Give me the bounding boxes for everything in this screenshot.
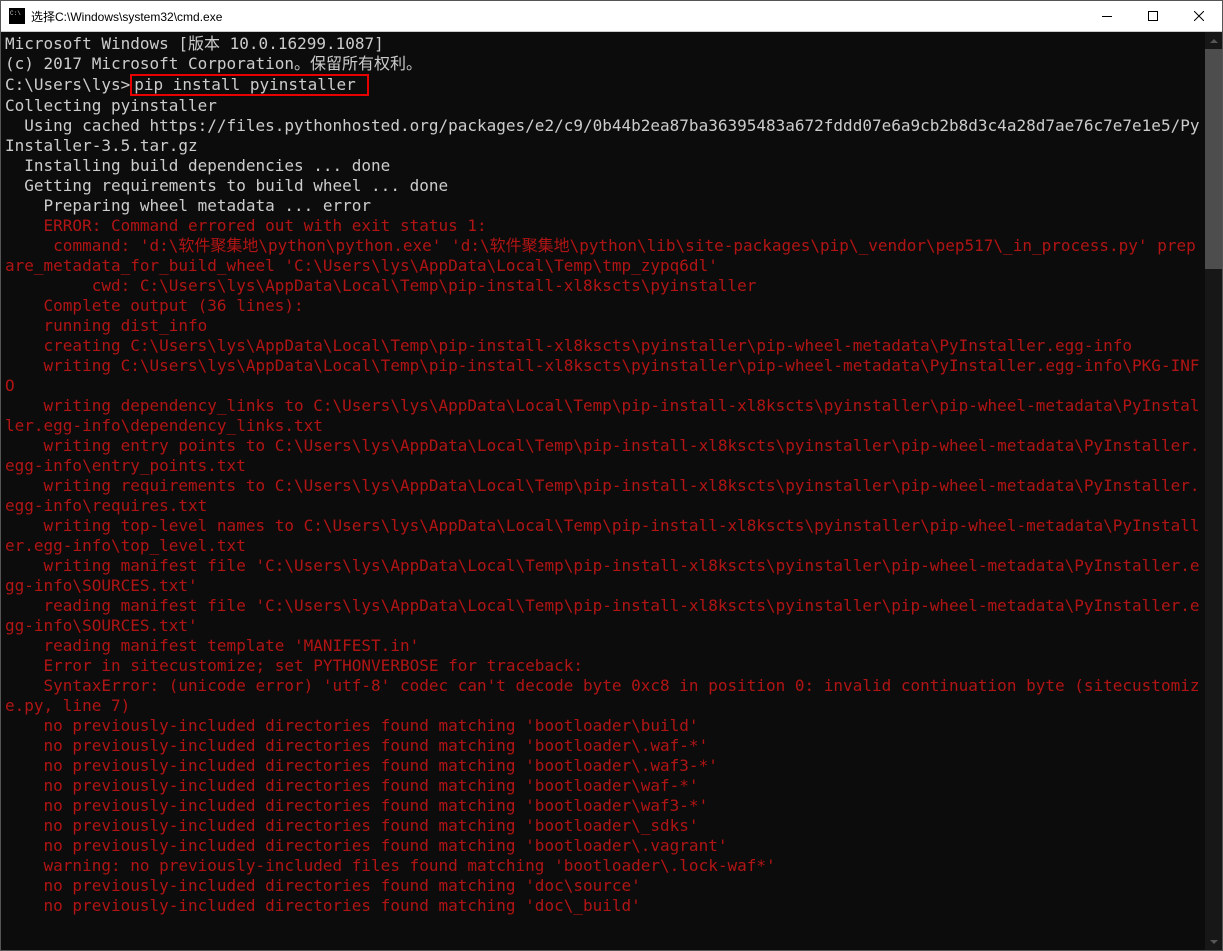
window-title: 选择C:\Windows\system32\cmd.exe	[31, 8, 1084, 25]
vertical-scrollbar[interactable]	[1205, 32, 1222, 950]
terminal-line: Microsoft Windows [版本 10.0.16299.1087]	[5, 34, 1201, 54]
cmd-icon	[9, 8, 25, 24]
chevron-up-icon	[1210, 39, 1218, 43]
minimize-icon	[1102, 16, 1112, 17]
maximize-icon	[1148, 11, 1158, 21]
prompt-prefix: C:\Users\lys>	[5, 75, 130, 94]
terminal-line: no previously-included directories found…	[5, 776, 1201, 796]
scroll-down-button[interactable]	[1205, 933, 1222, 950]
terminal-line: writing C:\Users\lys\AppData\Local\Temp\…	[5, 356, 1201, 396]
close-button[interactable]	[1176, 1, 1222, 31]
prompt-line: C:\Users\lys>pip install pyinstaller	[5, 74, 1201, 96]
command-highlight-box: pip install pyinstaller	[130, 74, 369, 96]
terminal-line: no previously-included directories found…	[5, 756, 1201, 776]
terminal-area[interactable]: Microsoft Windows [版本 10.0.16299.1087](c…	[1, 32, 1222, 950]
terminal-line: no previously-included directories found…	[5, 736, 1201, 756]
terminal-line: no previously-included directories found…	[5, 896, 1201, 916]
terminal-line: writing manifest file 'C:\Users\lys\AppD…	[5, 556, 1201, 596]
terminal-line: Collecting pyinstaller	[5, 96, 1201, 116]
terminal-line: ERROR: Command errored out with exit sta…	[5, 216, 1201, 236]
terminal-line: writing entry points to C:\Users\lys\App…	[5, 436, 1201, 476]
close-icon	[1194, 11, 1204, 21]
scroll-up-button[interactable]	[1205, 32, 1222, 49]
terminal-line: Installing build dependencies ... done	[5, 156, 1201, 176]
terminal-output[interactable]: Microsoft Windows [版本 10.0.16299.1087](c…	[1, 32, 1205, 950]
terminal-line: Complete output (36 lines):	[5, 296, 1201, 316]
window-titlebar: 选择C:\Windows\system32\cmd.exe	[1, 1, 1222, 32]
terminal-line: creating C:\Users\lys\AppData\Local\Temp…	[5, 336, 1201, 356]
terminal-line: reading manifest template 'MANIFEST.in'	[5, 636, 1201, 656]
maximize-button[interactable]	[1130, 1, 1176, 31]
scroll-thumb[interactable]	[1205, 49, 1222, 269]
terminal-line: cwd: C:\Users\lys\AppData\Local\Temp\pip…	[5, 276, 1201, 296]
terminal-line: writing dependency_links to C:\Users\lys…	[5, 396, 1201, 436]
terminal-line: writing requirements to C:\Users\lys\App…	[5, 476, 1201, 516]
chevron-down-icon	[1210, 940, 1218, 944]
terminal-line: no previously-included directories found…	[5, 716, 1201, 736]
minimize-button[interactable]	[1084, 1, 1130, 31]
terminal-line: running dist_info	[5, 316, 1201, 336]
terminal-line: reading manifest file 'C:\Users\lys\AppD…	[5, 596, 1201, 636]
terminal-line: writing top-level names to C:\Users\lys\…	[5, 516, 1201, 556]
terminal-line: Getting requirements to build wheel ... …	[5, 176, 1201, 196]
terminal-line: warning: no previously-included files fo…	[5, 856, 1201, 876]
terminal-line: no previously-included directories found…	[5, 796, 1201, 816]
terminal-line: (c) 2017 Microsoft Corporation。保留所有权利。	[5, 54, 1201, 74]
terminal-line: SyntaxError: (unicode error) 'utf-8' cod…	[5, 676, 1201, 716]
terminal-line: Using cached https://files.pythonhosted.…	[5, 116, 1201, 156]
terminal-line: command: 'd:\软件聚集地\python\python.exe' 'd…	[5, 236, 1201, 276]
terminal-line: no previously-included directories found…	[5, 816, 1201, 836]
terminal-line: no previously-included directories found…	[5, 876, 1201, 896]
terminal-line: Error in sitecustomize; set PYTHONVERBOS…	[5, 656, 1201, 676]
terminal-line: no previously-included directories found…	[5, 836, 1201, 856]
terminal-line: Preparing wheel metadata ... error	[5, 196, 1201, 216]
window-controls	[1084, 1, 1222, 31]
